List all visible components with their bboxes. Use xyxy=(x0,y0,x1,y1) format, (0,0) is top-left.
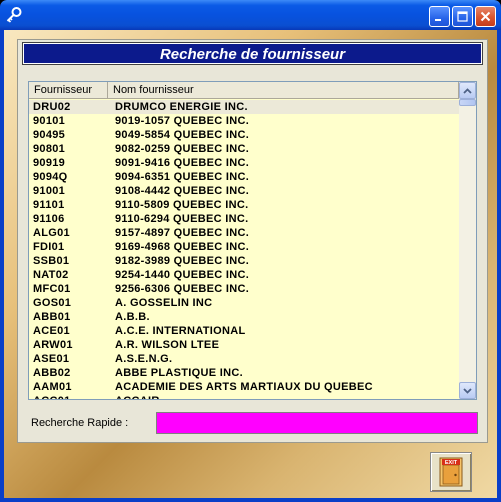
table-row[interactable]: SSB01 9182-3989 QUEBEC INC. xyxy=(29,254,459,268)
table-row[interactable]: 91101 9110-5809 QUEBEC INC. xyxy=(29,198,459,212)
close-icon xyxy=(480,11,491,22)
table-row[interactable]: NAT02 9254-1440 QUEBEC INC. xyxy=(29,268,459,282)
supplier-name-cell: 9091-9416 QUEBEC INC. xyxy=(115,157,250,169)
table-row[interactable]: ASE01 A.S.E.N.G. xyxy=(29,352,459,366)
table-row[interactable]: 90495 9049-5854 QUEBEC INC. xyxy=(29,128,459,142)
table-row[interactable]: AAM01 ACADEMIE DES ARTS MARTIAUX DU QUEBE… xyxy=(29,380,459,394)
supplier-code-cell: NAT02 xyxy=(33,269,69,281)
table-row[interactable]: 90801 9082-0259 QUEBEC INC. xyxy=(29,142,459,156)
supplier-code-cell: 90919 xyxy=(33,157,66,169)
supplier-name-cell: 9182-3989 QUEBEC INC. xyxy=(115,255,250,267)
client-area: Recherche de fournisseur Fournisseur Nom… xyxy=(4,30,497,498)
supplier-code-cell: ASE01 xyxy=(33,353,70,365)
search-window: Recherche de fournisseur Fournisseur Nom… xyxy=(0,0,501,502)
column-header-code[interactable]: Fournisseur xyxy=(29,82,108,99)
exit-button[interactable]: EXIT xyxy=(430,452,472,492)
window-frame-right xyxy=(497,30,501,498)
exit-text: EXIT xyxy=(445,460,458,466)
page-title: Recherche de fournisseur xyxy=(22,42,483,65)
quick-search-label: Recherche Rapide : xyxy=(31,417,129,429)
chevron-down-icon xyxy=(463,387,472,394)
supplier-name-cell: 9110-5809 QUEBEC INC. xyxy=(115,199,249,211)
title-bar[interactable] xyxy=(0,0,501,30)
minimize-button[interactable] xyxy=(429,6,450,27)
supplier-name-cell: A. GOSSELIN INC xyxy=(115,297,213,309)
table-row[interactable]: ABB01 A.B.B. xyxy=(29,310,459,324)
table-row[interactable]: ALG01 9157-4897 QUEBEC INC. xyxy=(29,226,459,240)
scroll-thumb[interactable] xyxy=(459,99,476,106)
supplier-code-cell: ACC01 xyxy=(33,394,71,399)
supplier-code-cell: DRU02 xyxy=(33,101,71,113)
supplier-code-cell: FDI01 xyxy=(33,241,65,253)
supplier-code-cell: 9094Q xyxy=(33,171,68,183)
supplier-code-cell: ALG01 xyxy=(33,227,70,239)
column-header-name[interactable]: Nom fournisseur xyxy=(108,82,459,99)
key-icon xyxy=(6,7,22,23)
supplier-code-cell: 91101 xyxy=(33,199,65,211)
supplier-name-cell: 9256-6306 QUEBEC INC. xyxy=(115,283,250,295)
supplier-name-cell: 9110-6294 QUEBEC INC. xyxy=(115,213,249,225)
supplier-code-cell: ARW01 xyxy=(33,339,73,351)
supplier-name-cell: 9157-4897 QUEBEC INC. xyxy=(115,227,250,239)
supplier-name-cell: 9094-6351 QUEBEC INC. xyxy=(115,171,250,183)
supplier-name-cell: ACCAIR xyxy=(115,394,160,399)
minimize-icon xyxy=(435,19,441,21)
table-row[interactable]: ACE01 A.C.E. INTERNATIONAL xyxy=(29,324,459,338)
supplier-name-cell: A.S.E.N.G. xyxy=(115,353,173,365)
exit-door-icon: EXIT xyxy=(439,457,463,487)
supplier-name-cell: A.R. WILSON LTEE xyxy=(115,339,220,351)
supplier-code-cell: 90101 xyxy=(33,115,66,127)
table-row[interactable]: ARW01 A.R. WILSON LTEE xyxy=(29,338,459,352)
supplier-code-cell: SSB01 xyxy=(33,255,70,267)
table-row[interactable]: 90101 9019-1057 QUEBEC INC. xyxy=(29,114,459,128)
supplier-code-cell: 91106 xyxy=(33,213,65,225)
table-row[interactable]: 91001 9108-4442 QUEBEC INC. xyxy=(29,184,459,198)
supplier-list[interactable]: Fournisseur Nom fournisseur DRU02 DRUMCO … xyxy=(28,81,477,400)
supplier-name-cell: 9169-4968 QUEBEC INC. xyxy=(115,241,250,253)
window-frame-bottom xyxy=(0,498,501,502)
supplier-name-cell: A.C.E. INTERNATIONAL xyxy=(115,325,246,337)
supplier-name-cell: DRUMCO ENERGIE INC. xyxy=(115,101,248,113)
scroll-up-button[interactable] xyxy=(459,82,476,99)
list-rows: DRU02 DRUMCO ENERGIE INC. 90101 9019-1057 Q… xyxy=(29,100,459,399)
chevron-up-icon xyxy=(463,87,472,94)
table-row[interactable]: FDI01 9169-4968 QUEBEC INC. xyxy=(29,240,459,254)
supplier-name-cell: 9049-5854 QUEBEC INC. xyxy=(115,129,250,141)
supplier-code-cell: AAM01 xyxy=(33,381,72,393)
supplier-name-cell: 9082-0259 QUEBEC INC. xyxy=(115,143,250,155)
supplier-name-cell: 9108-4442 QUEBEC INC. xyxy=(115,185,250,197)
maximize-button[interactable] xyxy=(452,6,473,27)
close-button[interactable] xyxy=(475,6,496,27)
search-panel: Recherche de fournisseur Fournisseur Nom… xyxy=(17,39,488,443)
supplier-code-cell: GOS01 xyxy=(33,297,72,309)
supplier-code-cell: 90495 xyxy=(33,129,66,141)
table-row[interactable]: 90919 9091-9416 QUEBEC INC. xyxy=(29,156,459,170)
supplier-code-cell: ABB01 xyxy=(33,311,71,323)
scroll-down-button[interactable] xyxy=(459,382,476,399)
supplier-name-cell: ACADEMIE DES ARTS MARTIAUX DU QUEBEC xyxy=(115,381,373,393)
supplier-code-cell: ABB02 xyxy=(33,367,71,379)
supplier-code-cell: 91001 xyxy=(33,185,66,197)
table-row[interactable]: 91106 9110-6294 QUEBEC INC. xyxy=(29,212,459,226)
maximize-icon xyxy=(457,11,468,22)
table-row[interactable]: GOS01 A. GOSSELIN INC xyxy=(29,296,459,310)
quick-search-input[interactable] xyxy=(156,412,478,434)
vertical-scrollbar[interactable] xyxy=(459,82,476,399)
supplier-code-cell: 90801 xyxy=(33,143,66,155)
table-row[interactable]: MFC01 9256-6306 QUEBEC INC. xyxy=(29,282,459,296)
supplier-name-cell: 9019-1057 QUEBEC INC. xyxy=(115,115,250,127)
table-row[interactable]: 9094Q 9094-6351 QUEBEC INC. xyxy=(29,170,459,184)
supplier-code-cell: MFC01 xyxy=(33,283,71,295)
supplier-name-cell: A.B.B. xyxy=(115,311,150,323)
supplier-code-cell: ACE01 xyxy=(33,325,70,337)
supplier-name-cell: ABBE PLASTIQUE INC. xyxy=(115,367,243,379)
list-header: Fournisseur Nom fournisseur xyxy=(29,82,459,99)
supplier-name-cell: 9254-1440 QUEBEC INC. xyxy=(115,269,250,281)
table-row[interactable]: DRU02 DRUMCO ENERGIE INC. xyxy=(29,100,459,114)
table-row[interactable]: ABB02 ABBE PLASTIQUE INC. xyxy=(29,366,459,380)
table-row[interactable]: ACC01 ACCAIR xyxy=(29,394,459,399)
